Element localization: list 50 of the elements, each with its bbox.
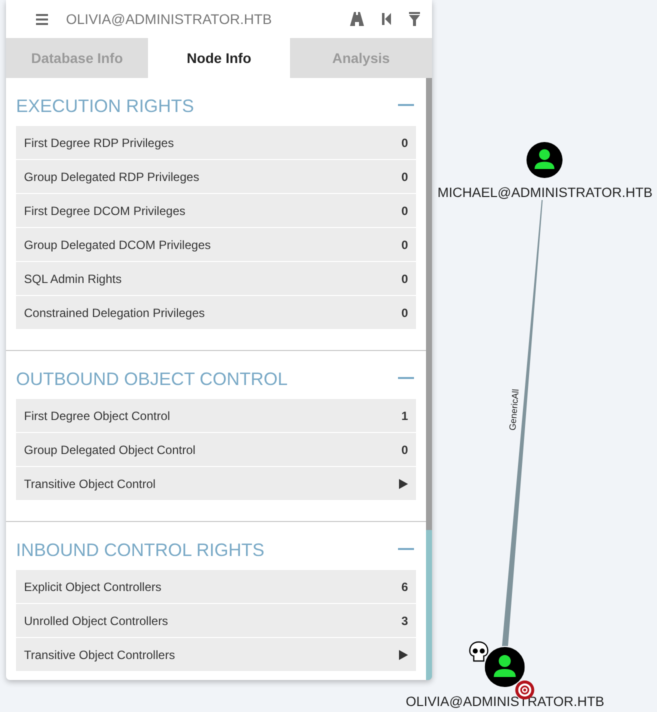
count-value: 0 (401, 204, 408, 218)
count-value: 0 (401, 238, 408, 252)
step-back-icon[interactable] (382, 13, 391, 25)
row-label: First Degree RDP Privileges (24, 136, 174, 150)
info-row[interactable]: Group Delegated Object Control 0 (16, 433, 416, 467)
row-label: Unrolled Object Controllers (24, 614, 168, 628)
section-title: OUTBOUND OBJECT CONTROL (16, 368, 288, 390)
row-label: Transitive Object Controllers (24, 648, 175, 662)
row-label: Explicit Object Controllers (24, 580, 162, 594)
section-title: EXECUTION RIGHTS (16, 96, 194, 116)
info-row[interactable]: First Degree DCOM Privileges 0 (16, 194, 416, 228)
info-row[interactable]: Group Delegated RDP Privileges 0 (16, 160, 416, 194)
play-icon (399, 478, 408, 488)
node-label: OLIVIA@ADMINISTRATOR.HTB (406, 694, 604, 709)
info-row[interactable]: First Degree Object Control 1 (16, 399, 416, 433)
row-label: Group Delegated DCOM Privileges (24, 238, 211, 252)
section-title: INBOUND CONTROL RIGHTS (16, 540, 264, 560)
row-label: SQL Admin Rights (24, 272, 122, 286)
node-label: MICHAEL@ADMINISTRATOR.HTB (438, 185, 652, 200)
count-value: 6 (401, 580, 408, 594)
node-title: OLIVIA@ADMINISTRATOR.HTB (66, 11, 273, 27)
count-value: 0 (401, 272, 408, 286)
row-label: First Degree DCOM Privileges (24, 204, 186, 218)
info-row[interactable]: SQL Admin Rights 0 (16, 262, 416, 296)
info-row[interactable]: Transitive Object Control (16, 467, 416, 501)
play-icon (399, 650, 408, 660)
row-label: Group Delegated RDP Privileges (24, 170, 200, 184)
info-row[interactable]: Constrained Delegation Privileges 0 (16, 296, 416, 330)
count-value: 0 (401, 442, 408, 456)
row-label: First Degree Object Control (24, 408, 170, 422)
info-row[interactable]: Unrolled Object Controllers 3 (16, 604, 416, 638)
row-label: Group Delegated Object Control (24, 442, 196, 456)
info-row[interactable]: Explicit Object Controllers 6 (16, 570, 416, 604)
user-node-icon[interactable] (485, 647, 525, 687)
row-label: Transitive Object Control (24, 476, 156, 490)
edge-label: GenericAll (507, 388, 521, 431)
info-row[interactable]: First Degree RDP Privileges 0 (16, 126, 416, 160)
info-row[interactable]: Group Delegated DCOM Privileges 0 (16, 228, 416, 262)
scrollbar[interactable] (426, 78, 432, 680)
info-row[interactable]: Transitive Object Controllers (16, 638, 416, 672)
menu-icon[interactable] (36, 14, 48, 24)
count-value: 0 (401, 170, 408, 184)
filter-icon[interactable] (409, 12, 420, 26)
count-value: 1 (401, 408, 408, 422)
user-node-icon[interactable] (527, 142, 563, 178)
count-value: 0 (401, 136, 408, 150)
count-value: 0 (401, 306, 408, 320)
count-value: 3 (401, 614, 408, 628)
road-icon[interactable] (350, 12, 364, 26)
row-label: Constrained Delegation Privileges (24, 306, 205, 320)
